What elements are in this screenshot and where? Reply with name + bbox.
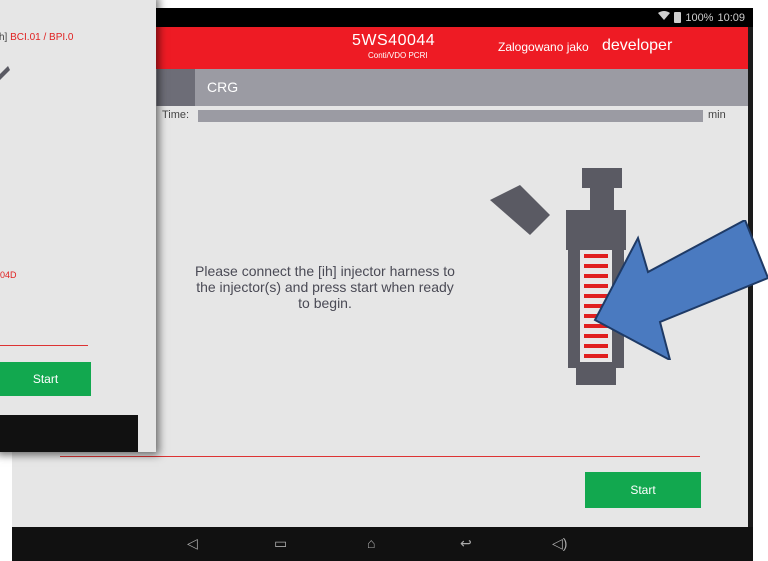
tab-crg[interactable]: CRG	[207, 79, 238, 95]
wifi-icon	[658, 11, 671, 24]
pointer-arrow	[593, 220, 768, 360]
time-unit: min	[708, 109, 726, 121]
time-progress: Time: min	[162, 108, 726, 124]
username: developer	[602, 37, 673, 54]
injector-model: 5WS40044	[352, 32, 436, 49]
battery-percent: 100%	[685, 11, 714, 24]
overlay-start-button[interactable]: Start	[0, 362, 91, 396]
start-button[interactable]: Start	[585, 472, 701, 508]
android-nav-bar: ◁ ▭ ⌂ ↩ ◁)	[12, 527, 753, 561]
overlay-divider	[0, 345, 88, 346]
instruction-text: Please connect the [ih] injector harness…	[195, 263, 455, 311]
recent-apps-icon[interactable]: ▭	[274, 535, 287, 552]
overlay-prefix: [ih]	[0, 32, 8, 43]
overlay-code-line: [ih] BCI.01 / BPI.0	[0, 32, 144, 43]
injector-mini-icon	[0, 66, 10, 80]
volume-up-icon[interactable]: ◁)	[552, 535, 567, 552]
tab-indicator	[157, 69, 195, 106]
time-bar	[198, 110, 703, 122]
back-icon[interactable]: ↩	[460, 535, 472, 552]
overlay-code: BCI.01 / BPI.0	[10, 32, 74, 43]
injector-type: Conti/VDO PCRI	[368, 51, 428, 60]
overlay-footer	[0, 415, 138, 452]
home-icon[interactable]: ⌂	[367, 535, 375, 551]
overlay-window: [ih] BCI.01 / BPI.0 04D Start	[0, 0, 156, 452]
login-label: Zalogowano jako	[498, 40, 589, 54]
volume-down-icon[interactable]: ◁	[187, 535, 198, 552]
divider-line	[60, 456, 700, 457]
time-label: Time:	[162, 109, 190, 121]
battery-icon	[674, 12, 682, 23]
overlay-code2: 04D	[0, 270, 17, 280]
clock: 10:09	[717, 11, 745, 24]
